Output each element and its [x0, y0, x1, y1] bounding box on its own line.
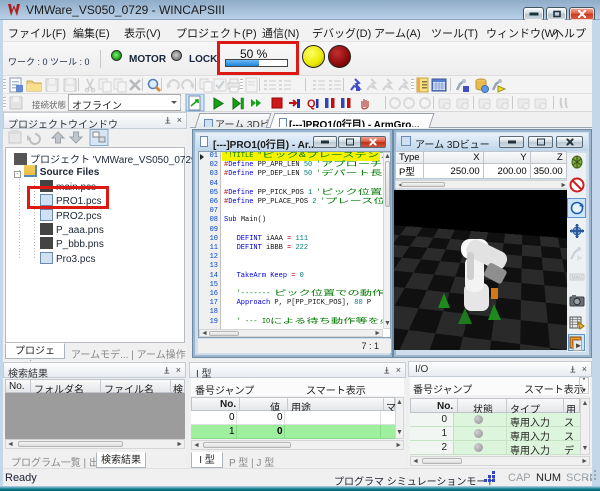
svg-text:MAG: MAG: [572, 275, 584, 281]
